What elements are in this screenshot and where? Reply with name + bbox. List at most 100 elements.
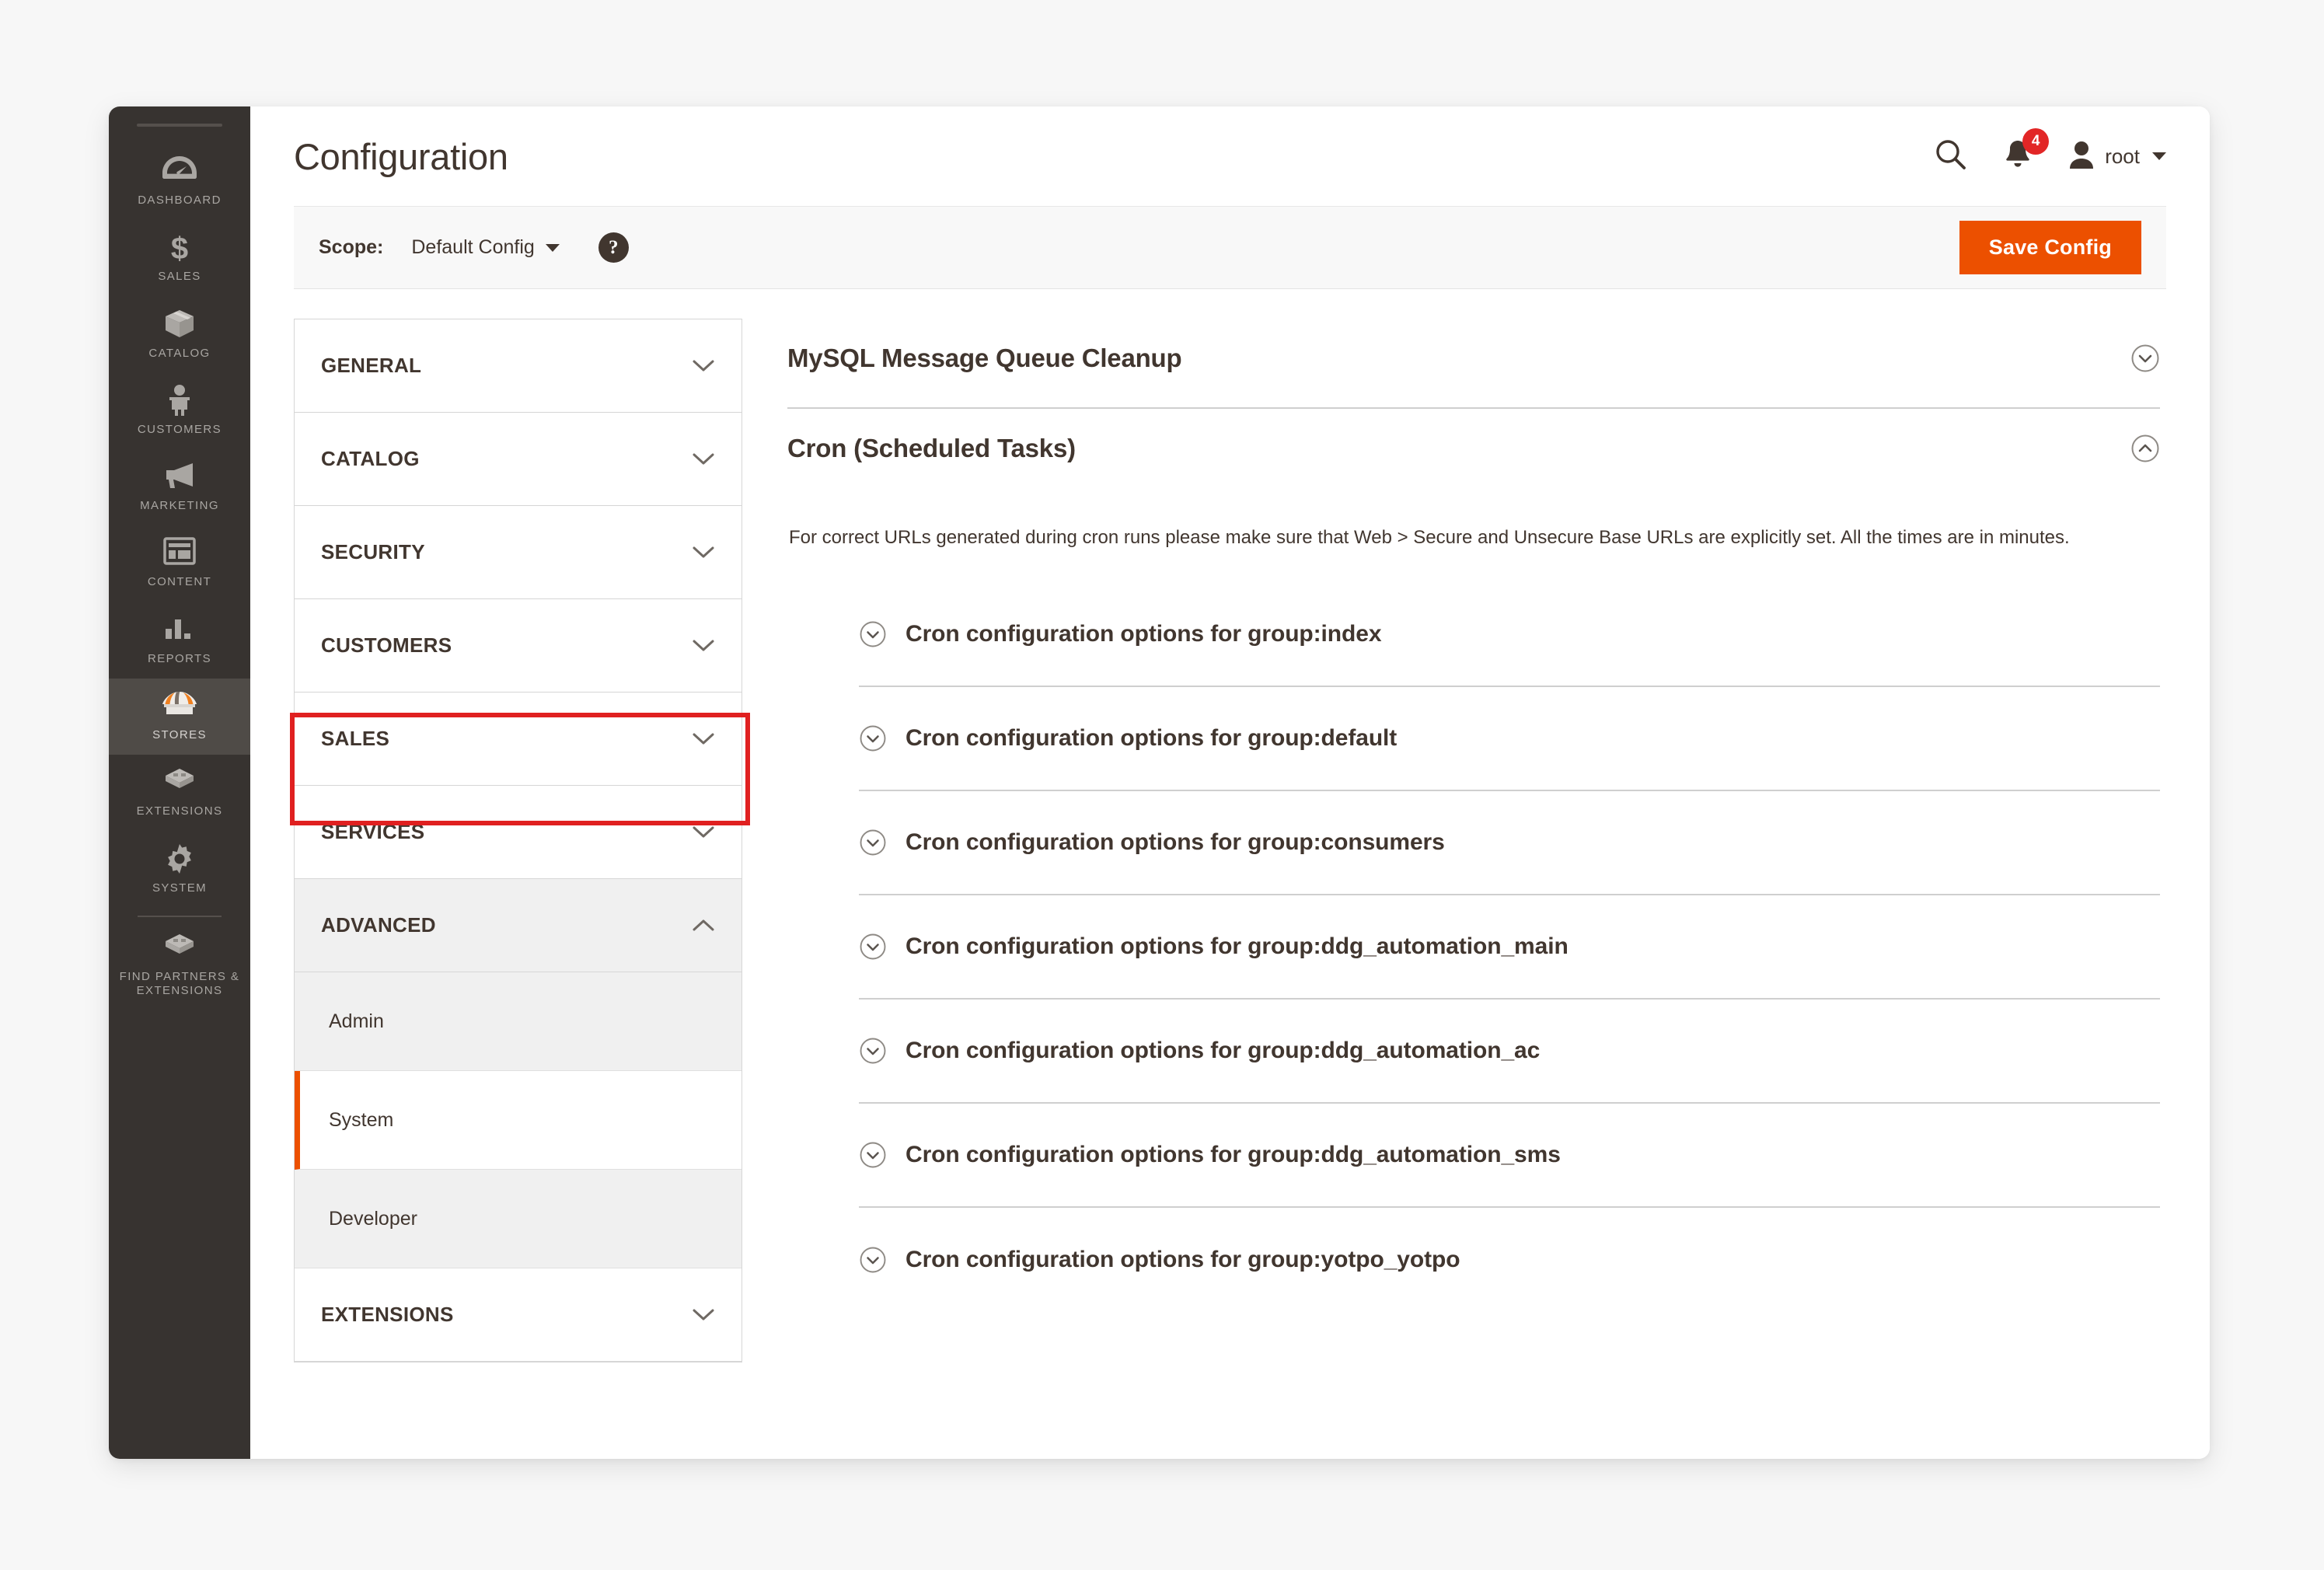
sidebar-item-extensions[interactable]: EXTENSIONS [109,755,250,831]
cron-group-label: Cron configuration options for group:def… [906,725,1398,752]
section-header-cron-scheduled-tasks[interactable]: Cron (Scheduled Tasks) [787,409,2160,497]
blocks-icon [113,766,246,798]
chevron-down-icon [692,546,715,560]
sidebar-item-sales[interactable]: $ SALES [109,220,250,296]
cron-group-label: Cron configuration options for group:yot… [906,1247,1460,1273]
config-subitem-developer[interactable]: Developer [295,1170,742,1268]
blocks-icon [113,931,246,964]
cron-group-row-ddg-automation-ac[interactable]: Cron configuration options for group:ddg… [859,1000,2160,1104]
chevron-down-circle-icon [859,933,887,961]
sidebar-item-reports[interactable]: REPORTS [109,602,250,679]
sidebar-item-label: CATALOG [148,346,211,360]
person-icon [113,384,246,417]
config-subitem-system[interactable]: System [295,1071,742,1170]
sidebar-item-customers[interactable]: CUSTOMERS [109,373,250,449]
sidebar-item-content[interactable]: CONTENT [109,525,250,602]
config-section-label: ADVANCED [321,913,436,937]
page-title: Configuration [294,135,508,177]
config-section-label: CATALOG [321,447,420,470]
chevron-up-circle-icon [2130,434,2160,463]
header-actions: 4 root [1934,127,2166,176]
help-icon[interactable]: ? [598,232,629,263]
config-section-label: SERVICES [321,820,425,843]
cron-group-label: Cron configuration options for group:ind… [906,621,1382,647]
config-subitem-label: Developer [329,1207,417,1230]
chevron-down-icon [692,452,715,466]
layout-icon [113,536,246,569]
admin-sidebar: DASHBOARD $ SALES CATALOG CUSTOMERS MARK… [109,106,250,1459]
user-icon [2068,139,2095,174]
cron-group-row-ddg-automation-main[interactable]: Cron configuration options for group:ddg… [859,895,2160,1000]
cron-group-row-yotpo-yotpo[interactable]: Cron configuration options for group:yot… [859,1208,2160,1312]
notifications-button[interactable]: 4 [2002,127,2050,176]
scope-select[interactable]: Default Config [411,236,560,259]
config-section-general[interactable]: GENERAL [295,319,742,413]
bar-chart-icon [113,613,246,646]
config-main-content: MySQL Message Queue Cleanup Cron (Schedu… [787,319,2166,1459]
config-section-customers[interactable]: CUSTOMERS [295,599,742,693]
config-section-label: SECURITY [321,540,425,563]
sidebar-item-label: SYSTEM [152,881,208,895]
sidebar-item-system[interactable]: SYSTEM [109,832,250,908]
config-section-security[interactable]: SECURITY [295,506,742,599]
admin-window: DASHBOARD $ SALES CATALOG CUSTOMERS MARK… [109,106,2210,1459]
config-section-label: GENERAL [321,354,422,377]
page-header: Configuration 4 root [250,106,2210,206]
chevron-down-icon [692,359,715,373]
search-icon [1934,138,1968,176]
config-section-advanced[interactable]: ADVANCED [295,879,742,972]
sidebar-item-label: EXTENSIONS [136,804,223,818]
config-body: GENERAL CATALOG SECURITY CUSTOMERS SALES… [250,289,2210,1459]
chevron-down-circle-icon [859,620,887,648]
sidebar-item-label: FIND PARTNERS & EXTENSIONS [119,969,240,998]
cron-group-row-default[interactable]: Cron configuration options for group:def… [859,687,2160,792]
sidebar-item-stores[interactable]: STORES [109,679,250,755]
chevron-down-icon [692,1308,715,1322]
search-button[interactable] [1934,138,1968,176]
dollar-icon: $ [113,231,246,265]
config-section-sales[interactable]: SALES [295,693,742,786]
gear-icon [113,843,246,875]
cron-group-list: Cron configuration options for group:ind… [787,583,2160,1312]
sidebar-item-label: SALES [158,270,201,284]
config-section-catalog[interactable]: CATALOG [295,413,742,506]
chevron-down-icon [692,639,715,653]
sidebar-item-marketing[interactable]: MARKETING [109,449,250,525]
config-section-extensions[interactable]: EXTENSIONS [295,1268,742,1362]
cron-group-label: Cron configuration options for group:ddg… [906,1038,1541,1064]
config-subitem-admin[interactable]: Admin [295,972,742,1071]
config-subitem-label: Admin [329,1010,384,1032]
storefront-icon [113,689,246,722]
chevron-down-circle-icon [859,1037,887,1065]
cron-group-label: Cron configuration options for group:ddg… [906,933,1569,960]
save-config-button[interactable]: Save Config [1959,221,2141,274]
chevron-down-circle-icon [859,724,887,752]
chevron-down-circle-icon [859,1246,887,1274]
cron-description: For correct URLs generated during cron r… [789,527,2070,548]
cron-group-label: Cron configuration options for group:con… [906,829,1445,856]
sidebar-item-find-partners[interactable]: FIND PARTNERS & EXTENSIONS [109,920,250,1011]
config-section-services[interactable]: SERVICES [295,786,742,879]
chevron-down-circle-icon [2130,344,2160,373]
sidebar-item-label: DASHBOARD [138,194,222,207]
section-title: MySQL Message Queue Cleanup [787,344,1182,372]
chevron-down-circle-icon [859,829,887,857]
config-section-label: CUSTOMERS [321,633,452,657]
user-name-label: root [2105,144,2140,168]
sidebar-item-label: MARKETING [140,499,219,513]
cron-group-row-ddg-automation-sms[interactable]: Cron configuration options for group:ddg… [859,1104,2160,1209]
sidebar-item-catalog[interactable]: CATALOG [109,297,250,373]
section-title: Cron (Scheduled Tasks) [787,434,1076,462]
dashboard-icon [113,155,246,187]
config-subitem-label: System [329,1108,394,1131]
config-section-label: SALES [321,727,390,750]
scope-label: Scope: [319,236,384,258]
sidebar-item-label: CONTENT [147,575,212,589]
cron-group-row-index[interactable]: Cron configuration options for group:ind… [859,583,2160,688]
user-menu[interactable]: root [2068,139,2166,174]
section-header-mysql-message-queue-cleanup[interactable]: MySQL Message Queue Cleanup [787,319,2160,409]
sidebar-item-dashboard[interactable]: DASHBOARD [109,144,250,220]
chevron-down-icon [692,732,715,746]
sidebar-item-label: REPORTS [147,651,212,665]
cron-group-row-consumers[interactable]: Cron configuration options for group:con… [859,791,2160,896]
